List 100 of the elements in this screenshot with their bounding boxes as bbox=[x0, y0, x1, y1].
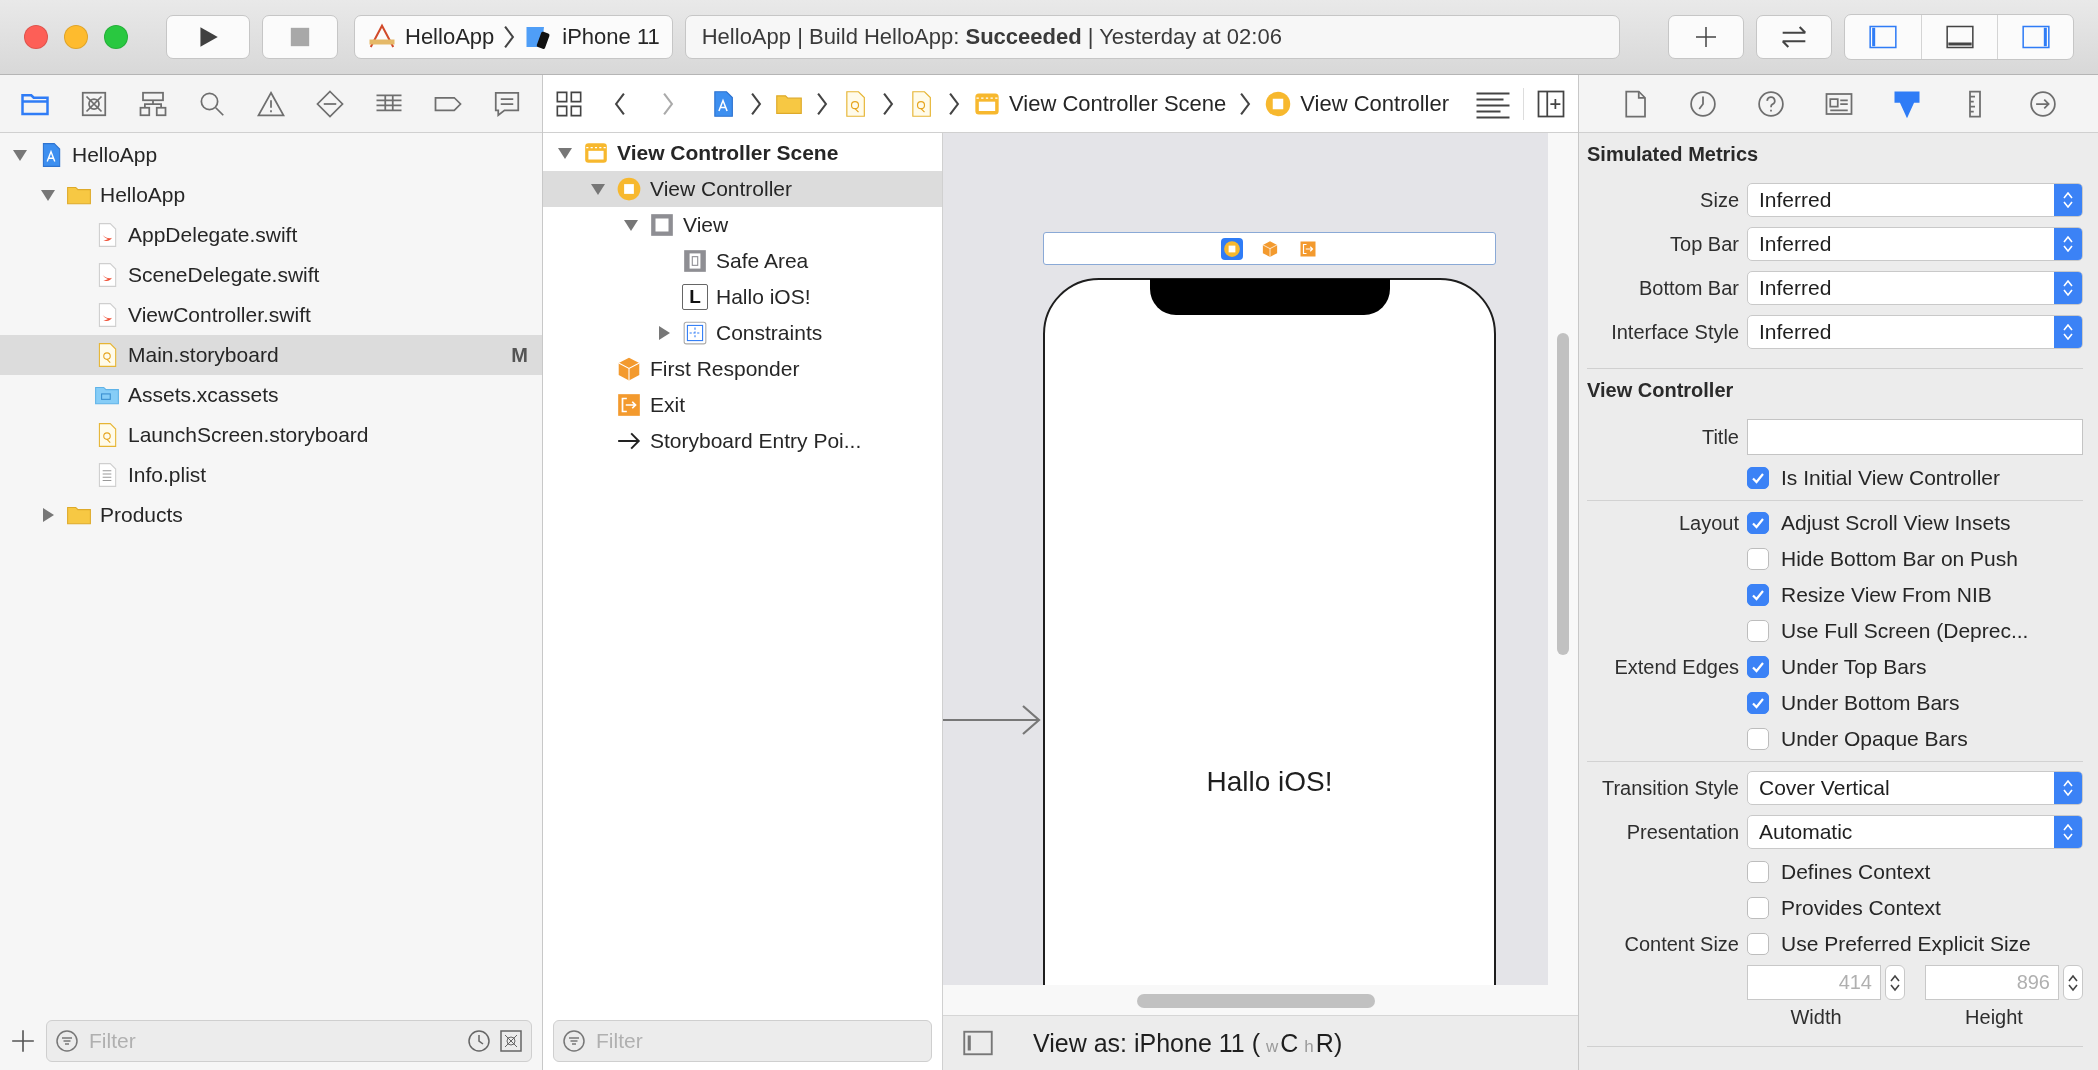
tree-row[interactable]: HelloApp bbox=[0, 135, 542, 175]
forward-icon[interactable] bbox=[661, 90, 675, 117]
tree-row[interactable]: SceneDelegate.swift bbox=[0, 255, 542, 295]
code-review-button[interactable] bbox=[1756, 15, 1832, 59]
popup-button[interactable]: Automatic bbox=[1747, 815, 2083, 849]
popup-button[interactable]: Cover Vertical bbox=[1747, 771, 2083, 805]
popup-button[interactable]: Inferred bbox=[1747, 271, 2083, 305]
filter-input[interactable]: Filter bbox=[87, 1028, 459, 1054]
checkbox-label[interactable]: Use Full Screen (Deprec... bbox=[1747, 619, 2083, 643]
tree-row[interactable]: Main.storyboard M bbox=[0, 335, 542, 375]
input-field[interactable] bbox=[1747, 419, 2083, 455]
dock-item[interactable] bbox=[1220, 237, 1243, 260]
scheme-selector[interactable]: HelloApp iPhone 11 bbox=[354, 15, 673, 59]
related-items-icon[interactable] bbox=[555, 89, 583, 118]
checkbox[interactable] bbox=[1747, 728, 1769, 750]
add-button[interactable] bbox=[1668, 15, 1744, 59]
tree-item-label: Info.plist bbox=[128, 463, 208, 487]
tree-item-label: ViewController.swift bbox=[128, 303, 312, 327]
tree-row[interactable]: ViewController.swift bbox=[0, 295, 542, 335]
number-field[interactable]: 414 bbox=[1747, 965, 1881, 1000]
checkbox[interactable] bbox=[1747, 512, 1769, 534]
close-button[interactable] bbox=[24, 25, 48, 49]
checkbox-label[interactable]: Under Top Bars bbox=[1747, 655, 2083, 679]
back-icon[interactable] bbox=[613, 90, 627, 117]
filter-field[interactable]: Filter bbox=[553, 1020, 932, 1062]
disclosure-triangle[interactable] bbox=[590, 181, 606, 197]
disclosure-triangle[interactable] bbox=[40, 187, 56, 203]
tree-row[interactable]: L Hallo iOS! bbox=[543, 279, 942, 315]
chevron-icon bbox=[1238, 90, 1253, 117]
breadcrumb[interactable]: View Controller Scene bbox=[973, 89, 1227, 118]
checkbox-label[interactable]: Provides Context bbox=[1747, 896, 2083, 920]
breadcrumb[interactable]: View Controller bbox=[1264, 89, 1450, 118]
disclosure-triangle[interactable] bbox=[656, 325, 672, 341]
checkbox[interactable] bbox=[1747, 933, 1769, 955]
tree-row[interactable]: Products bbox=[0, 495, 542, 535]
popup-button[interactable]: Inferred bbox=[1747, 227, 2083, 261]
number-field[interactable]: 896 bbox=[1925, 965, 2059, 1000]
checkbox[interactable] bbox=[1747, 897, 1769, 919]
tree-row[interactable]: AppDelegate.swift bbox=[0, 215, 542, 255]
checkbox[interactable] bbox=[1747, 584, 1769, 606]
scrollbar-thumb[interactable] bbox=[1137, 994, 1375, 1008]
tree-row[interactable]: View bbox=[543, 207, 942, 243]
tree-row[interactable]: Exit bbox=[543, 387, 942, 423]
cube-icon bbox=[616, 356, 642, 382]
scene-icon bbox=[583, 140, 609, 166]
view-controller-icon bbox=[1264, 89, 1293, 118]
checkbox[interactable] bbox=[1747, 692, 1769, 714]
disclosure-triangle[interactable] bbox=[623, 217, 639, 233]
checkbox[interactable] bbox=[1747, 467, 1769, 489]
checkbox[interactable] bbox=[1747, 656, 1769, 678]
tree-row[interactable]: Storyboard Entry Poi... bbox=[543, 423, 942, 459]
filter-field[interactable]: Filter bbox=[46, 1020, 532, 1062]
zoom-button[interactable] bbox=[104, 25, 128, 49]
checkbox-label[interactable]: Resize View From NIB bbox=[1747, 583, 2083, 607]
tree-item-label: First Responder bbox=[650, 357, 801, 381]
stop-button[interactable] bbox=[262, 15, 338, 59]
field-label: Transition Style bbox=[1600, 776, 1739, 800]
view-controller-icon bbox=[1222, 239, 1241, 258]
add-editor-icon[interactable] bbox=[1536, 88, 1566, 119]
disclosure-triangle[interactable] bbox=[12, 147, 28, 163]
run-button[interactable] bbox=[166, 15, 250, 59]
chevron-icon bbox=[881, 90, 895, 117]
chevron-icon bbox=[749, 90, 763, 117]
stepper[interactable] bbox=[2063, 965, 2083, 1000]
checkbox-label[interactable]: Under Opaque Bars bbox=[1747, 727, 2083, 751]
disclosure-triangle[interactable] bbox=[40, 507, 56, 523]
stepper[interactable] bbox=[1885, 965, 1905, 1000]
disclosure-triangle[interactable] bbox=[557, 145, 573, 161]
checkbox[interactable] bbox=[1747, 620, 1769, 642]
checkbox-label[interactable]: Hide Bottom Bar on Push bbox=[1747, 547, 2083, 571]
stepper-arrows-icon bbox=[2062, 234, 2074, 254]
exit-icon bbox=[1298, 239, 1317, 258]
popup-button[interactable]: Inferred bbox=[1747, 315, 2083, 349]
tree-row[interactable]: Info.plist bbox=[0, 455, 542, 495]
checkbox-label[interactable]: Under Bottom Bars bbox=[1747, 691, 2083, 715]
connections-icon bbox=[2027, 88, 2058, 119]
filter-input[interactable]: Filter bbox=[594, 1028, 923, 1054]
checkbox-label[interactable]: Is Initial View Controller bbox=[1747, 466, 2083, 490]
tree-row[interactable]: HelloApp bbox=[0, 175, 542, 215]
plus-icon[interactable] bbox=[10, 1028, 36, 1054]
checkbox[interactable] bbox=[1747, 861, 1769, 883]
checkbox-label[interactable]: Use Preferred Explicit Size bbox=[1747, 932, 2083, 956]
tree-row[interactable]: First Responder bbox=[543, 351, 942, 387]
tree-row[interactable]: Assets.xcassets bbox=[0, 375, 542, 415]
checkbox[interactable] bbox=[1747, 548, 1769, 570]
scrollbar-thumb[interactable] bbox=[1557, 333, 1569, 655]
checkbox-label[interactable]: Adjust Scroll View Insets bbox=[1747, 511, 2083, 535]
tree-item-label: Hallo iOS! bbox=[716, 285, 812, 309]
field-label: Top Bar bbox=[1669, 232, 1739, 256]
sidebar-toggle-icon[interactable] bbox=[963, 1028, 993, 1058]
tree-row[interactable]: Safe Area bbox=[543, 243, 942, 279]
stepper-arrows-icon bbox=[2062, 322, 2074, 342]
filter-icon bbox=[55, 1029, 79, 1053]
tree-row[interactable]: View Controller bbox=[543, 171, 942, 207]
exit-icon bbox=[616, 392, 642, 418]
tree-row[interactable]: LaunchScreen.storyboard bbox=[0, 415, 542, 455]
popup-button[interactable]: Inferred bbox=[1747, 183, 2083, 217]
tree-row[interactable]: Constraints bbox=[543, 315, 942, 351]
checkbox-label[interactable]: Defines Context bbox=[1747, 860, 2083, 884]
tree-row[interactable]: View Controller Scene bbox=[543, 135, 942, 171]
